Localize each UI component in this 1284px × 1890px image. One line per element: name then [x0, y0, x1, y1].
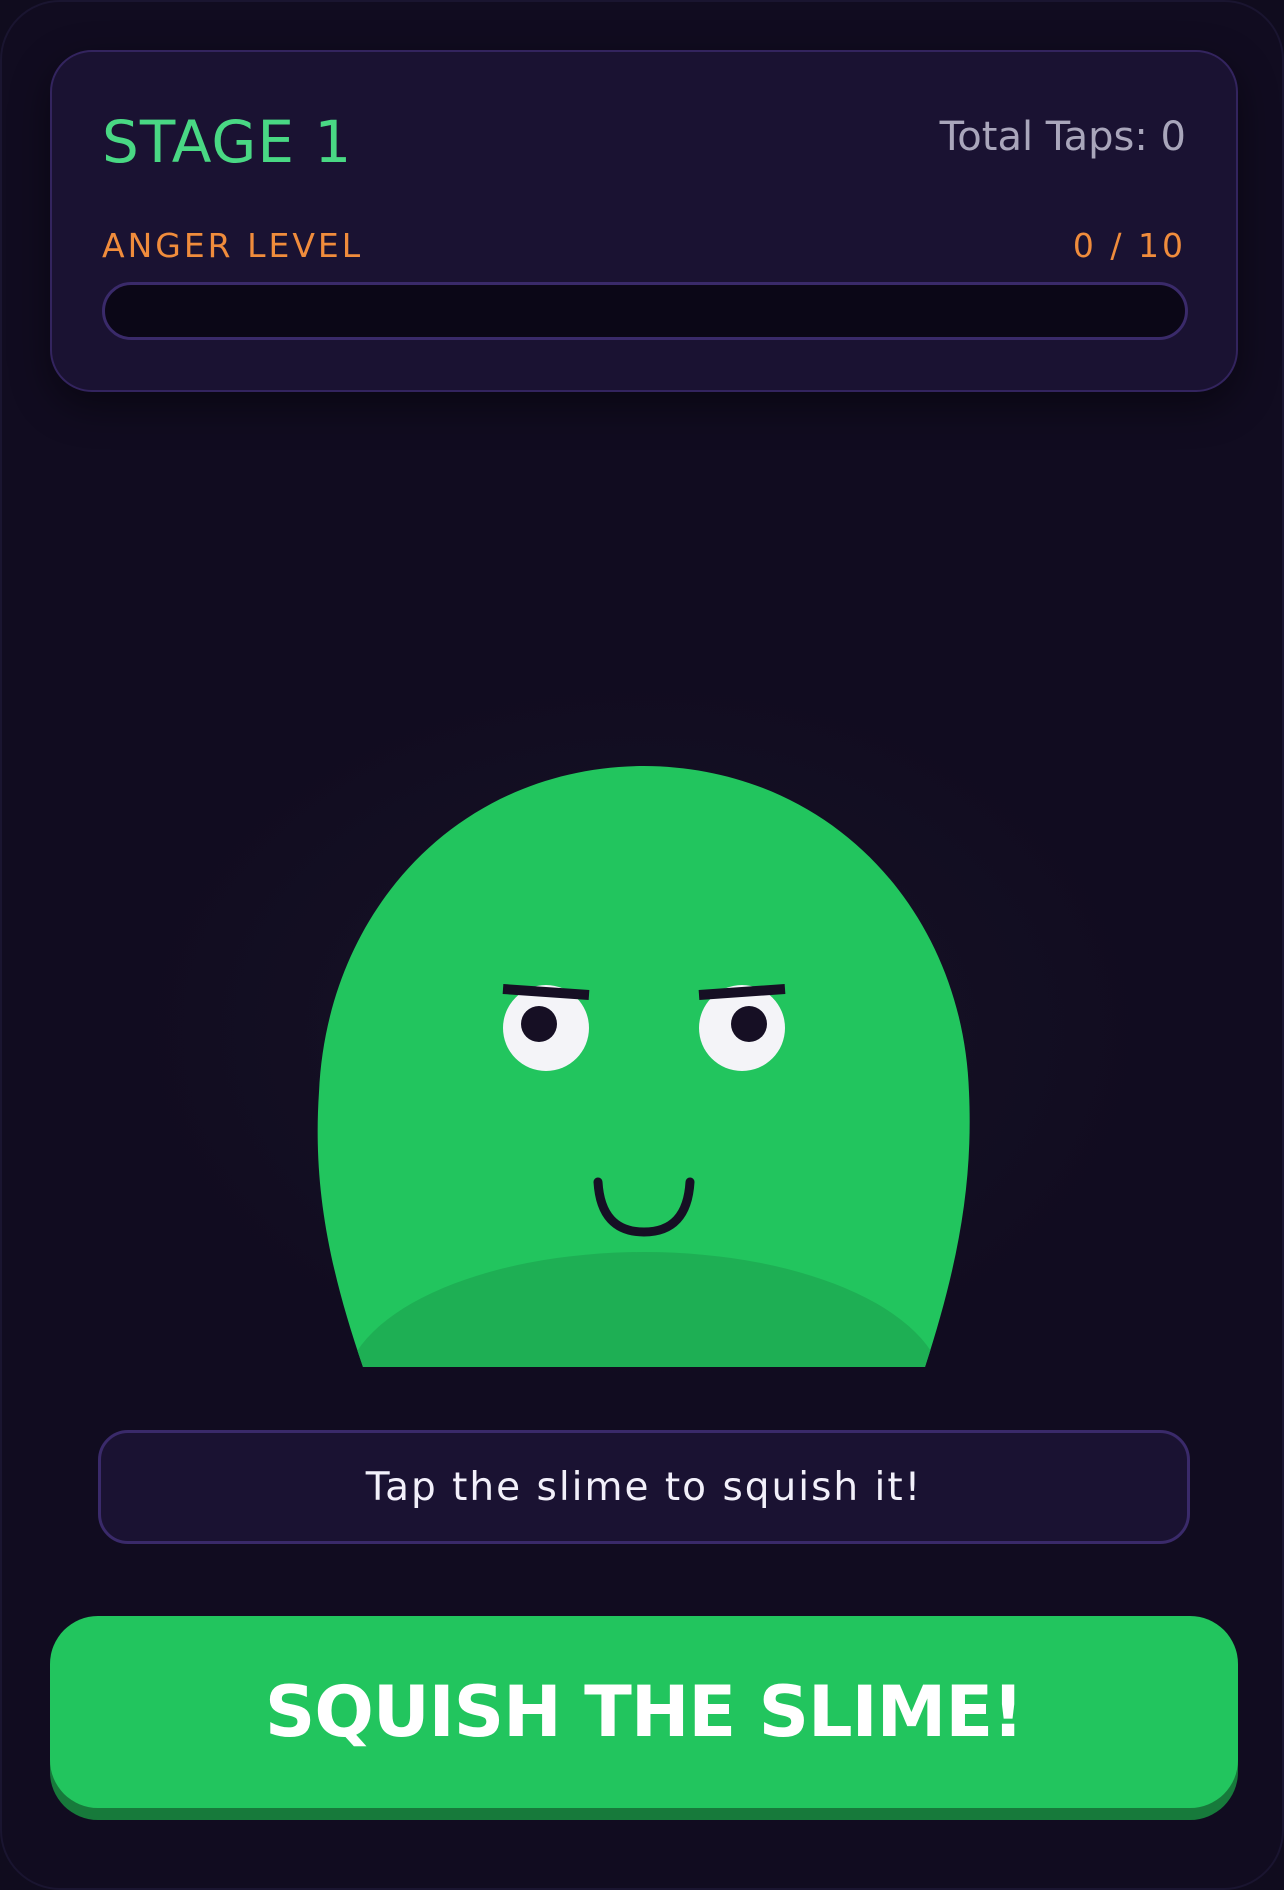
anger-level-value: 0 / 10	[1072, 226, 1186, 265]
stats-panel: STAGE 1 Total Taps: 0 ANGER LEVEL 0 / 10	[50, 50, 1238, 392]
stage-title: STAGE 1	[102, 108, 353, 176]
left-eye	[502, 984, 590, 1071]
anger-progress-bar	[102, 282, 1188, 340]
game-frame: STAGE 1 Total Taps: 0 ANGER LEVEL 0 / 10…	[0, 0, 1284, 1890]
squish-button[interactable]: SQUISH THE SLIME!	[50, 1616, 1238, 1808]
hint-message: Tap the slime to squish it!	[98, 1430, 1190, 1544]
anger-level-label: ANGER LEVEL	[102, 226, 364, 265]
total-taps-counter: Total Taps: 0	[939, 114, 1186, 160]
right-eye	[698, 984, 786, 1071]
slime-character[interactable]	[317, 762, 971, 1367]
